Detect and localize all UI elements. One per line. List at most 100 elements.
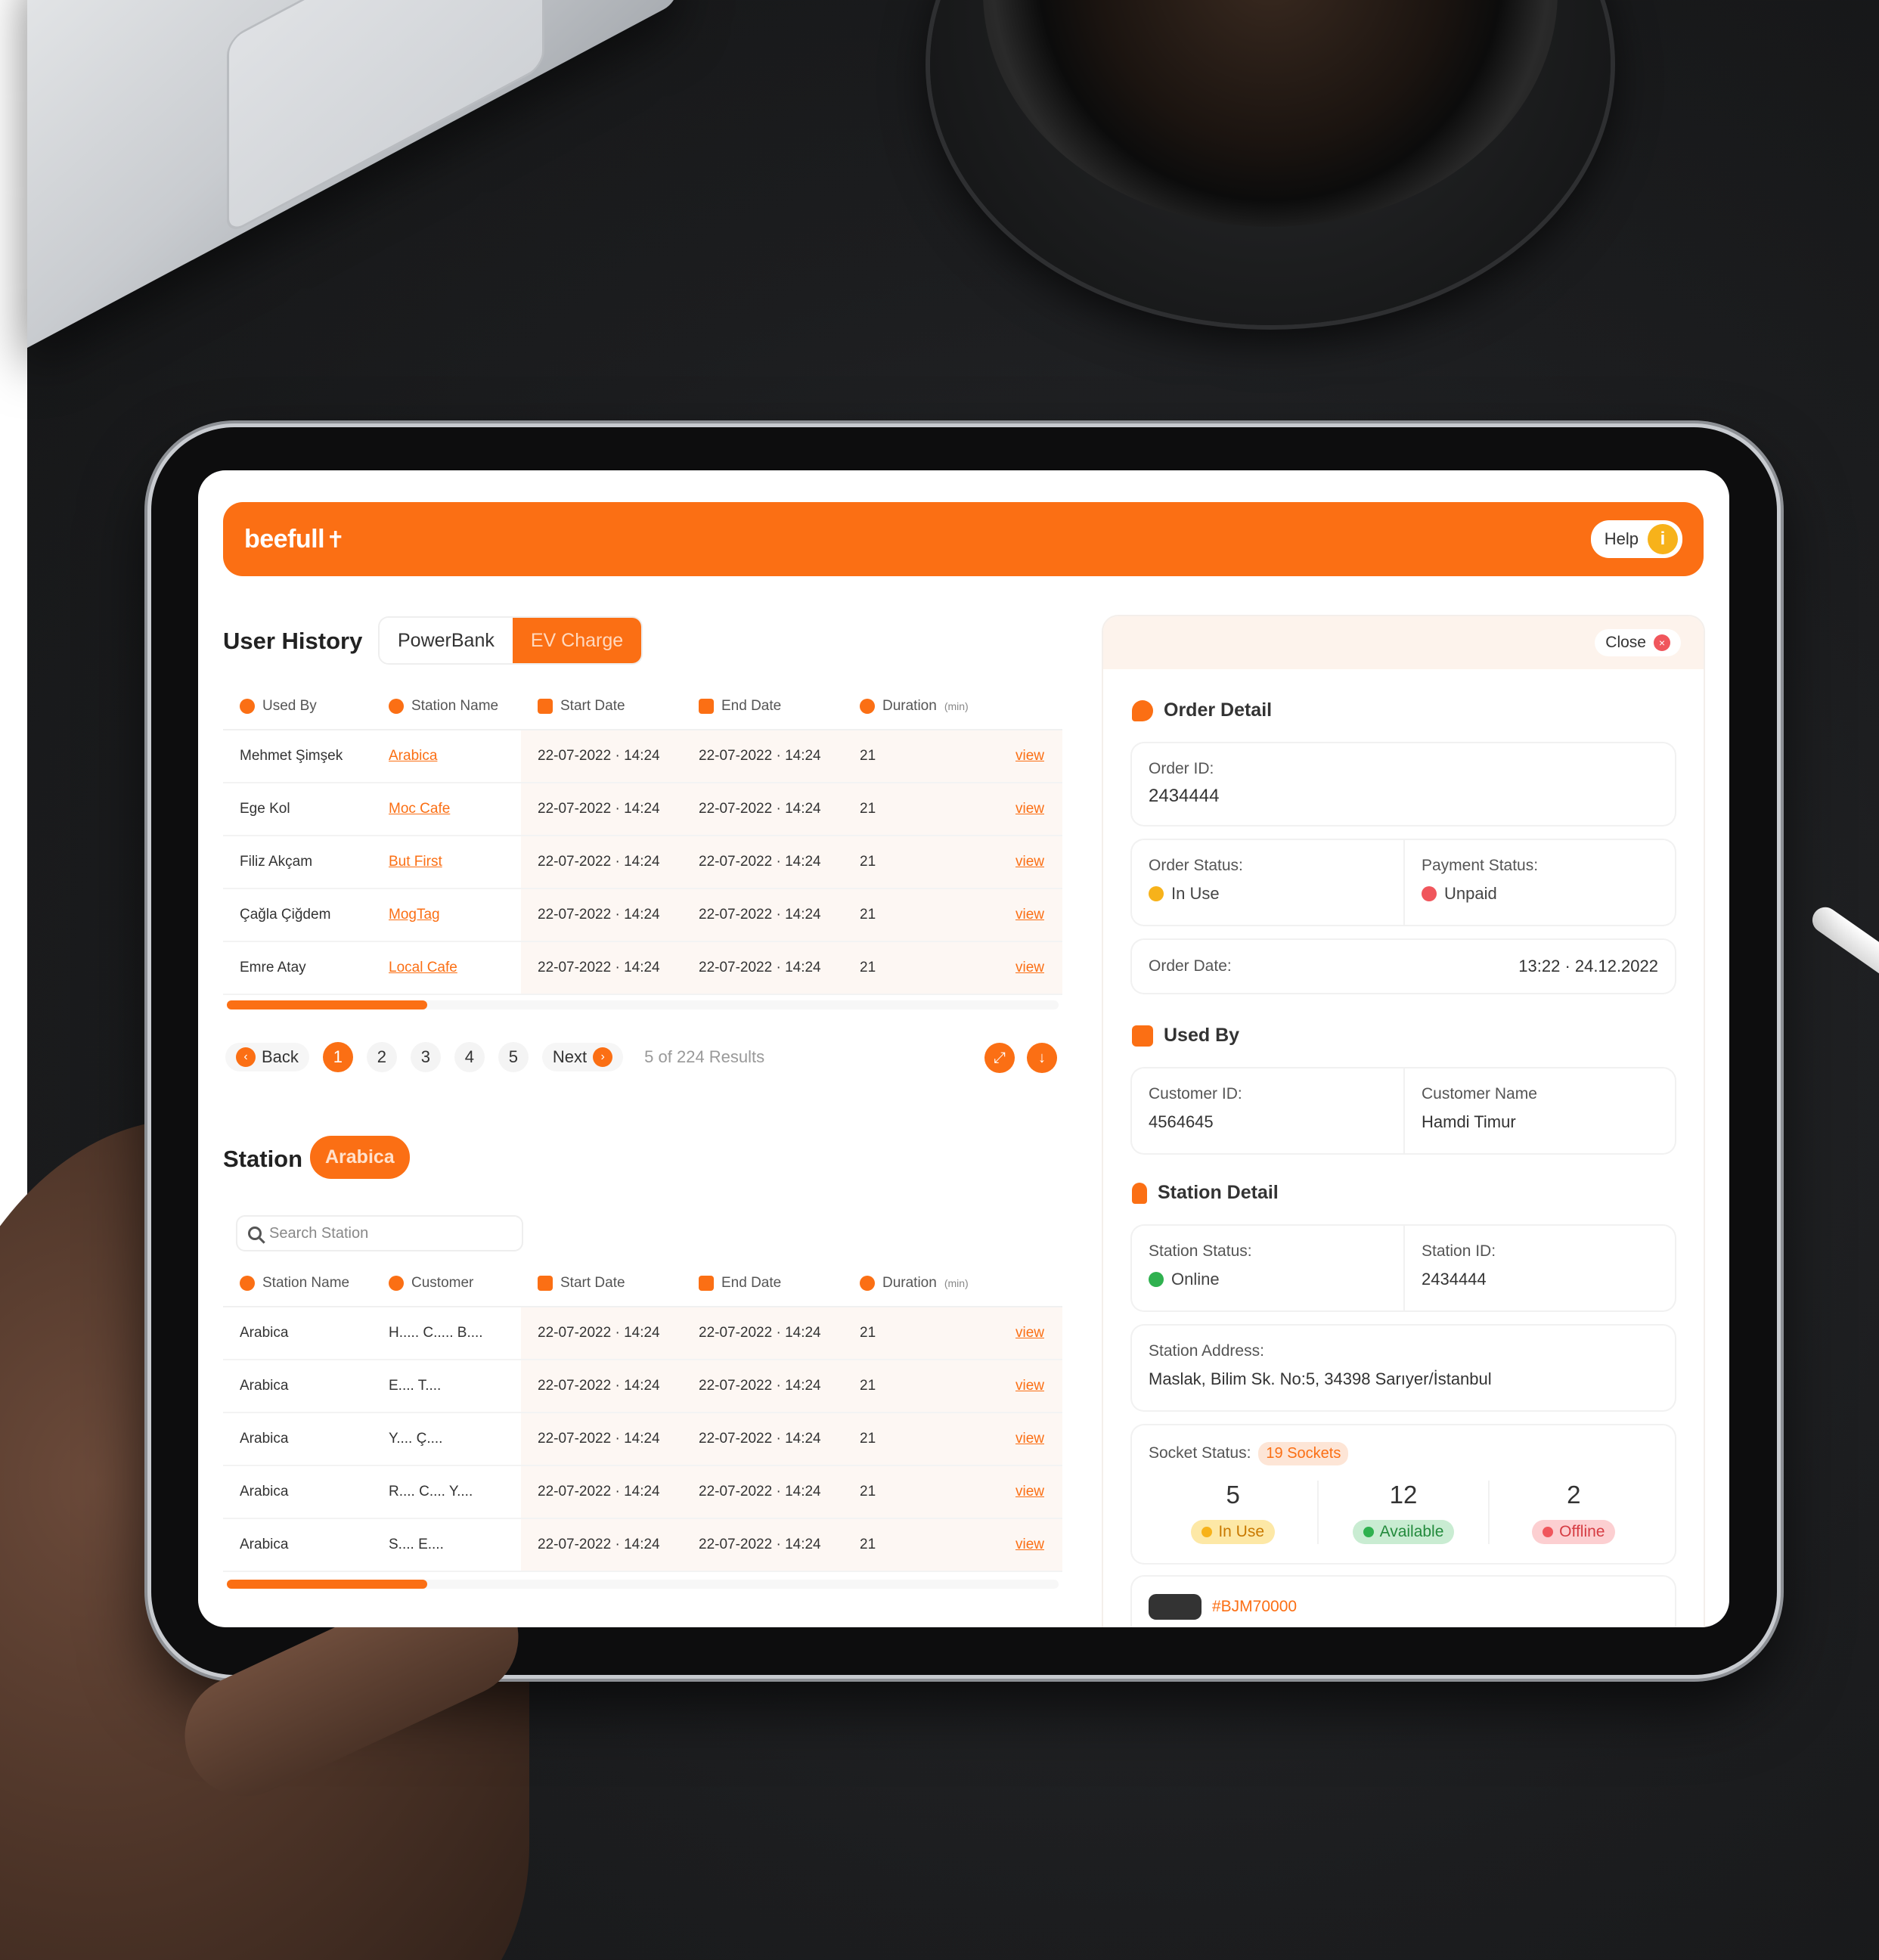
cell-start-date: 22-07-2022 · 14:24 — [521, 1360, 682, 1412]
download-icon[interactable]: ↓ — [1027, 1043, 1057, 1073]
close-icon: × — [1654, 634, 1670, 651]
scrollbar-thumb[interactable] — [227, 1000, 427, 1009]
cell-duration: 21 — [843, 942, 987, 994]
table-row[interactable]: Arabica Y.... Ç.... 22-07-2022 · 14:24 2… — [223, 1413, 1062, 1466]
expand-icon[interactable]: ⤢ — [984, 1043, 1015, 1073]
used-by-card: Customer ID: 4564645 Customer Name Hamdi… — [1132, 1068, 1675, 1153]
view-link[interactable]: view — [1015, 960, 1044, 976]
col-customer[interactable]: Customer — [372, 1275, 521, 1292]
view-link[interactable]: view — [1015, 801, 1044, 817]
cell-duration: 21 — [843, 1307, 987, 1359]
col-start-date[interactable]: Start Date — [521, 1275, 682, 1292]
search-station-input[interactable]: Search Station — [236, 1215, 523, 1251]
col-end-date[interactable]: End Date — [682, 698, 843, 715]
search-placeholder: Search Station — [269, 1224, 369, 1242]
socket-offline: 2 Offline — [1487, 1481, 1658, 1544]
close-button[interactable]: Close × — [1595, 629, 1681, 656]
cell-end-date: 22-07-2022 · 14:24 — [682, 1413, 843, 1465]
pagination: ‹ Back 1 2 3 4 5 Next › 5 of 224 Results — [225, 1042, 764, 1072]
help-button[interactable]: Help i — [1590, 520, 1682, 558]
chevron-left-icon: ‹ — [236, 1047, 256, 1067]
used-by-heading: Used By — [1132, 1025, 1239, 1047]
table-row[interactable]: Ege Kol Moc Cafe 22-07-2022 · 14:24 22-0… — [223, 783, 1062, 836]
station-link[interactable]: But First — [389, 854, 442, 870]
cell-duration: 21 — [843, 783, 987, 835]
table-row[interactable]: Arabica S.... E.... 22-07-2022 · 14:24 2… — [223, 1519, 1062, 1572]
station-link[interactable]: MogTag — [389, 907, 440, 923]
next-button[interactable]: Next › — [541, 1043, 624, 1071]
table-row[interactable]: Arabica H..... C..... B.... 22-07-2022 ·… — [223, 1307, 1062, 1360]
user-icon — [240, 699, 255, 714]
page-1[interactable]: 1 — [322, 1042, 353, 1072]
station-link[interactable]: Moc Cafe — [389, 801, 450, 817]
tab-ev-charge[interactable]: EV Charge — [512, 618, 642, 663]
table-row[interactable]: Filiz Akçam But First 22-07-2022 · 14:24… — [223, 836, 1062, 889]
back-button[interactable]: ‹ Back — [225, 1043, 309, 1071]
order-detail-heading: Order Detail — [1132, 699, 1272, 721]
view-link[interactable]: view — [1015, 1378, 1044, 1394]
col-duration[interactable]: Duration (min) — [843, 698, 987, 715]
cell-used-by: Mehmet Şimşek — [240, 748, 343, 764]
horizontal-scrollbar[interactable] — [227, 1000, 1059, 1009]
col-end-date[interactable]: End Date — [682, 1275, 843, 1292]
col-used-by[interactable]: Used By — [223, 698, 372, 715]
horizontal-scrollbar[interactable] — [227, 1580, 1059, 1589]
page-5[interactable]: 5 — [498, 1042, 529, 1072]
cell-used-by: Emre Atay — [240, 960, 306, 975]
table-header: Used By Station Name Start Date End Date… — [223, 684, 1062, 730]
table-row[interactable]: Çağla Çiğdem MogTag 22-07-2022 · 14:24 2… — [223, 889, 1062, 942]
history-tabs: PowerBank EV Charge — [380, 618, 642, 663]
cell-station: Arabica — [240, 1537, 289, 1552]
device-code[interactable]: #BJM70000 — [1212, 1598, 1297, 1616]
view-link[interactable]: view — [1015, 1484, 1044, 1500]
cell-end-date: 22-07-2022 · 14:24 — [682, 1519, 843, 1571]
view-link[interactable]: view — [1015, 854, 1044, 870]
table-row[interactable]: Arabica R.... C.... Y.... 22-07-2022 · 1… — [223, 1466, 1062, 1519]
col-station-name[interactable]: Station Name — [223, 1275, 372, 1292]
status-dot — [1149, 1272, 1164, 1287]
socket-status-card: Socket Status: 19 Sockets 5 In Use 12 Ava… — [1132, 1425, 1675, 1563]
cell-end-date: 22-07-2022 · 14:24 — [682, 889, 843, 941]
station-status-value: Online — [1171, 1270, 1220, 1289]
cell-end-date: 22-07-2022 · 14:24 — [682, 783, 843, 835]
station-address-value: Maslak, Bilim Sk. No:5, 34398 Sarıyer/İs… — [1149, 1369, 1492, 1388]
info-icon: i — [1648, 524, 1678, 554]
socket-total-badge: 19 Sockets — [1258, 1442, 1349, 1465]
clock-icon — [860, 699, 875, 714]
view-link[interactable]: view — [1015, 748, 1044, 764]
cell-end-date: 22-07-2022 · 14:24 — [682, 730, 843, 782]
page-2[interactable]: 2 — [366, 1042, 397, 1072]
brand-logo[interactable]: beefull✝ — [244, 525, 345, 554]
cell-customer: H..... C..... B.... — [389, 1325, 483, 1341]
cell-start-date: 22-07-2022 · 14:24 — [521, 1307, 682, 1359]
view-link[interactable]: view — [1015, 1325, 1044, 1341]
order-date-card: Order Date: 13:22 · 24.12.2022 — [1132, 940, 1675, 993]
order-id-card: Order ID: 2434444 — [1132, 743, 1675, 825]
clock-icon — [860, 1276, 875, 1291]
tab-powerbank[interactable]: PowerBank — [380, 618, 513, 663]
station-link[interactable]: Local Cafe — [389, 960, 457, 975]
table-header: Station Name Customer Start Date End Dat… — [223, 1261, 1062, 1307]
status-badge: Available — [1352, 1520, 1455, 1544]
user-card-icon — [1132, 1025, 1153, 1047]
view-link[interactable]: view — [1015, 1537, 1044, 1553]
scrollbar-thumb[interactable] — [227, 1580, 427, 1589]
user-history-title: User History — [223, 628, 363, 654]
station-link[interactable]: Arabica — [389, 748, 437, 764]
col-station-name[interactable]: Station Name — [372, 698, 521, 715]
col-start-date[interactable]: Start Date — [521, 698, 682, 715]
station-detail-heading: Station Detail — [1132, 1182, 1279, 1204]
page-4[interactable]: 4 — [454, 1042, 485, 1072]
table-row[interactable]: Emre Atay Local Cafe 22-07-2022 · 14:24 … — [223, 942, 1062, 995]
detail-panel: Close × Order Detail Order ID: 2434444 O… — [1103, 616, 1704, 1627]
view-link[interactable]: view — [1015, 907, 1044, 923]
page-3[interactable]: 3 — [410, 1042, 441, 1072]
cell-duration: 21 — [843, 1466, 987, 1518]
station-selected-pill[interactable]: Arabica — [310, 1136, 410, 1179]
tag-icon — [1132, 699, 1153, 721]
table-row[interactable]: Arabica E.... T.... 22-07-2022 · 14:24 2… — [223, 1360, 1062, 1413]
table-row[interactable]: Mehmet Şimşek Arabica 22-07-2022 · 14:24… — [223, 730, 1062, 783]
cell-start-date: 22-07-2022 · 14:24 — [521, 730, 682, 782]
col-duration[interactable]: Duration (min) — [843, 1275, 987, 1292]
view-link[interactable]: view — [1015, 1431, 1044, 1447]
